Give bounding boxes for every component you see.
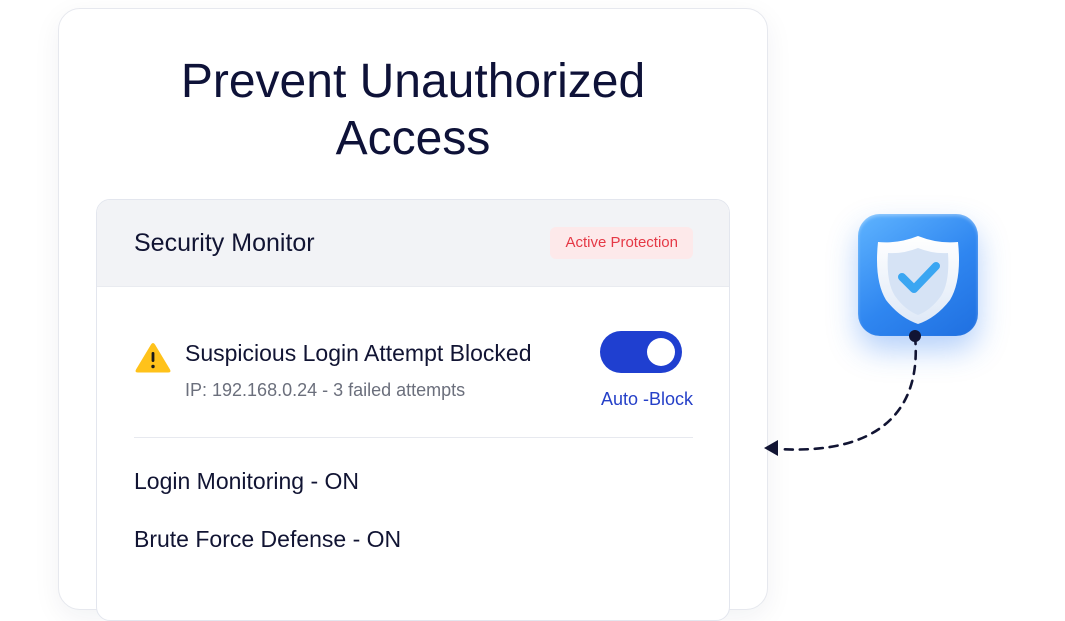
main-card: Prevent Unauthorized Access Security Mon… [58,8,768,621]
security-monitor-panel: Security Monitor Active Protection Suspi… [96,199,730,621]
warning-icon [135,343,171,373]
security-monitor-header: Security Monitor Active Protection [97,200,729,287]
page-title-line-2: Access [335,112,491,165]
auto-block-toggle[interactable] [600,331,682,373]
feature-login-monitoring: Login Monitoring - ON [134,468,359,494]
auto-block-label: Auto -Block [600,389,693,409]
shield-check-icon [877,236,959,324]
shield-badge [858,214,978,336]
alert-detail: IP: 192.168.0.24 - 3 failed attempts [185,380,466,400]
alert-title: Suspicious Login Attempt Blocked [185,340,532,366]
security-monitor-title: Security Monitor [134,229,315,257]
feature-brute-force-defense: Brute Force Defense - ON [134,526,402,552]
divider [134,437,693,438]
page-title-line-1: Prevent Unauthorized [180,55,646,108]
status-badge: Active Protection [550,227,693,259]
page-title: Prevent Unauthorized Access [59,53,767,167]
toggle-knob [647,338,675,366]
